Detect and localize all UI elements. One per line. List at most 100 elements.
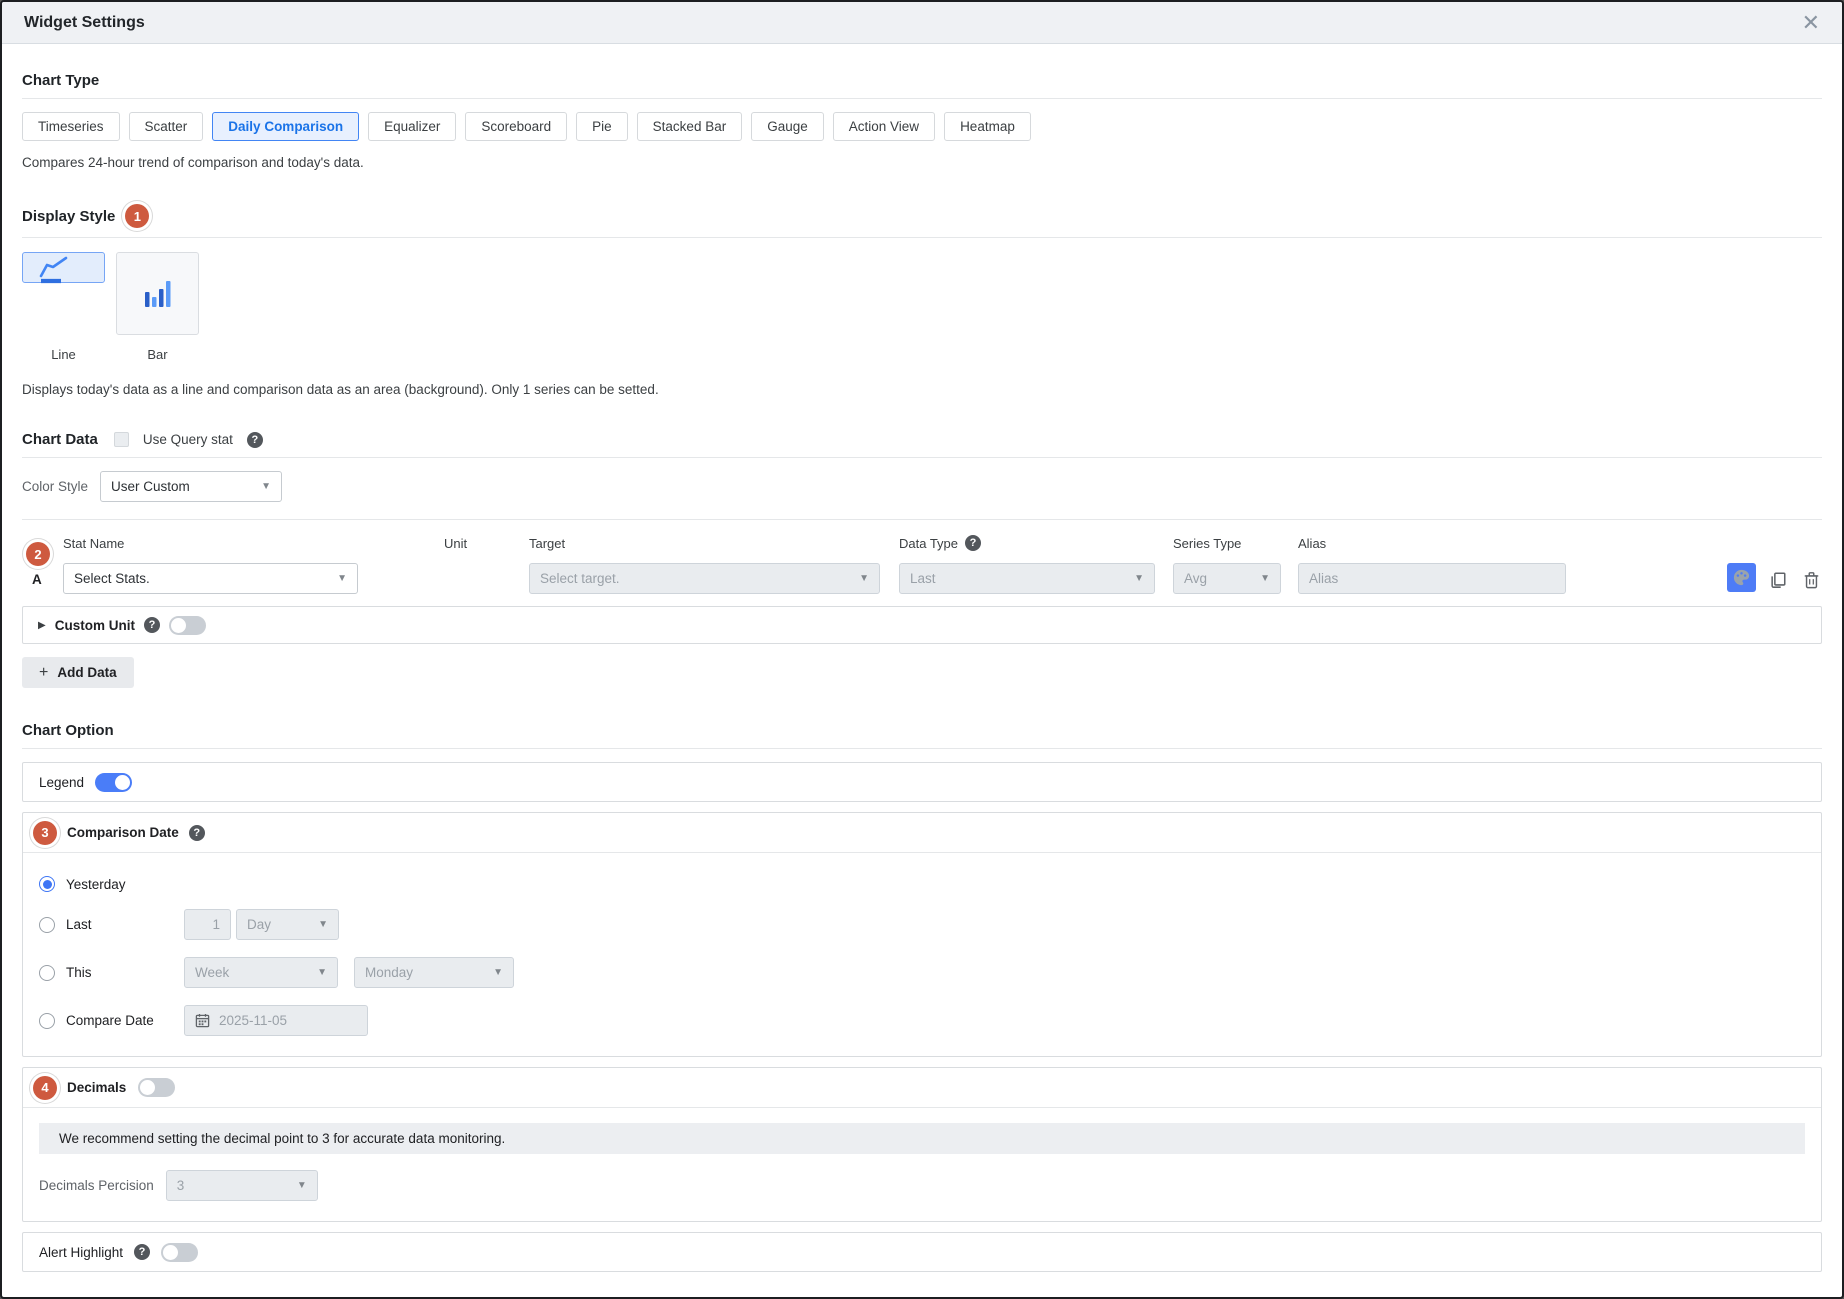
target-column-header: Target (529, 534, 880, 552)
step-badge-3: 3 (33, 821, 57, 845)
widget-settings-dialog: Widget Settings ✕ Chart Type Timeseries … (0, 0, 1844, 1299)
custom-unit-label: Custom Unit (55, 618, 135, 633)
bar-tile-label: Bar (116, 347, 199, 362)
chevron-down-icon: ▼ (337, 573, 347, 584)
step-badge-2: 2 (26, 542, 50, 566)
unit-column-header: Unit (444, 534, 529, 552)
comparison-date-box: 3 Comparison Date ? Yesterday Last Day (22, 812, 1822, 1057)
chart-type-stacked-bar[interactable]: Stacked Bar (637, 112, 743, 141)
data-type-value: Last (910, 571, 936, 586)
custom-unit-row: ▶ Custom Unit ? (22, 606, 1822, 644)
stat-name-placeholder: Select Stats. (74, 571, 150, 586)
chart-type-daily-comparison[interactable]: Daily Comparison (212, 112, 359, 141)
bar-chart-icon (137, 273, 179, 315)
chart-type-gauge[interactable]: Gauge (751, 112, 824, 141)
color-style-label: Color Style (22, 479, 88, 494)
this-start-select: Monday ▼ (354, 957, 514, 988)
last-unit-value: Day (247, 917, 271, 932)
chart-type-scoreboard[interactable]: Scoreboard (465, 112, 567, 141)
chart-type-action-view[interactable]: Action View (833, 112, 935, 141)
alias-column-header: Alias (1298, 534, 1566, 552)
chart-type-timeseries[interactable]: Timeseries (22, 112, 120, 141)
display-style-description: Displays today's data as a line and comp… (22, 382, 1822, 397)
series-key-label: A (32, 572, 42, 587)
alias-input[interactable] (1298, 563, 1566, 594)
chart-type-section: Chart Type Timeseries Scatter Daily Comp… (22, 72, 1822, 170)
add-data-button[interactable]: + Add Data (22, 657, 134, 688)
decimals-label: Decimals (67, 1080, 126, 1095)
radio-compare-date[interactable] (39, 1013, 55, 1029)
line-tile-label: Line (22, 347, 105, 362)
alert-highlight-toggle[interactable] (161, 1243, 198, 1262)
stat-table: 2 A Stat Name Select Stats. ▼ Unit Targe… (22, 534, 1822, 594)
chevron-down-icon: ▼ (297, 1180, 307, 1191)
decimals-precision-label: Decimals Percision (39, 1178, 154, 1193)
this-period-value: Week (195, 965, 229, 980)
palette-icon (1732, 568, 1751, 587)
decimals-precision-value: 3 (177, 1178, 185, 1193)
series-type-column-header: Series Type (1173, 534, 1281, 552)
series-color-button[interactable] (1727, 563, 1756, 592)
use-query-stat-label: Use Query stat (143, 432, 233, 447)
trash-icon (1803, 571, 1820, 589)
radio-last[interactable] (39, 917, 55, 933)
target-placeholder: Select target. (540, 571, 620, 586)
chevron-down-icon: ▼ (261, 481, 271, 492)
chart-type-scatter[interactable]: Scatter (129, 112, 204, 141)
radio-yesterday-label: Yesterday (66, 877, 184, 892)
custom-unit-help-icon[interactable]: ? (144, 617, 160, 633)
radio-yesterday[interactable] (39, 876, 55, 892)
alert-highlight-help-icon[interactable]: ? (134, 1244, 150, 1260)
chart-type-options: Timeseries Scatter Daily Comparison Equa… (22, 112, 1822, 141)
this-period-select: Week ▼ (184, 957, 338, 988)
color-style-value: User Custom (111, 479, 190, 494)
copy-icon (1769, 571, 1787, 589)
add-data-label: Add Data (57, 665, 116, 680)
duplicate-row-button[interactable] (1767, 568, 1789, 592)
data-type-help-icon[interactable]: ? (965, 535, 981, 551)
delete-row-button[interactable] (1800, 568, 1822, 592)
series-type-select: Avg ▼ (1173, 563, 1281, 594)
dialog-title: Widget Settings (24, 14, 145, 32)
display-style-heading: Display Style (22, 208, 115, 225)
radio-this-label: This (66, 965, 184, 980)
alert-highlight-label: Alert Highlight (39, 1245, 123, 1260)
chevron-down-icon: ▼ (1260, 573, 1270, 584)
display-style-line-tile[interactable] (22, 252, 105, 283)
chart-type-equalizer[interactable]: Equalizer (368, 112, 456, 141)
data-type-column-header: Data Type (899, 536, 958, 551)
chevron-down-icon: ▼ (493, 967, 503, 978)
legend-label: Legend (39, 775, 84, 790)
legend-toggle[interactable] (95, 773, 132, 792)
use-query-stat-help-icon[interactable]: ? (247, 432, 263, 448)
decimals-toggle[interactable] (138, 1078, 175, 1097)
color-style-select[interactable]: User Custom ▼ (100, 471, 282, 502)
last-count-input (184, 909, 231, 940)
dialog-header: Widget Settings ✕ (2, 2, 1842, 44)
close-icon[interactable]: ✕ (1802, 12, 1820, 34)
display-style-bar-tile[interactable] (116, 252, 199, 335)
calendar-icon (195, 1013, 210, 1028)
custom-unit-toggle[interactable] (169, 616, 206, 635)
line-chart-icon (33, 247, 75, 289)
chart-type-description: Compares 24-hour trend of comparison and… (22, 155, 1822, 170)
legend-box: Legend (22, 762, 1822, 802)
stat-row-gutter: 2 A (22, 534, 63, 594)
use-query-stat-checkbox[interactable] (114, 432, 129, 447)
plus-icon: + (39, 664, 48, 682)
stat-name-select[interactable]: Select Stats. ▼ (63, 563, 358, 594)
last-unit-select: Day ▼ (236, 909, 339, 940)
chart-type-heatmap[interactable]: Heatmap (944, 112, 1031, 141)
expand-arrow-icon[interactable]: ▶ (38, 620, 46, 631)
radio-this[interactable] (39, 965, 55, 981)
decimals-box: 4 Decimals We recommend setting the deci… (22, 1067, 1822, 1222)
chevron-down-icon: ▼ (318, 919, 328, 930)
dialog-content: Chart Type Timeseries Scatter Daily Comp… (2, 44, 1842, 1299)
chart-type-pie[interactable]: Pie (576, 112, 628, 141)
radio-compare-date-label: Compare Date (66, 1013, 184, 1028)
chart-type-heading: Chart Type (22, 72, 99, 89)
chart-data-section: Chart Data Use Query stat ? Color Style … (22, 431, 1822, 688)
chevron-down-icon: ▼ (317, 967, 327, 978)
chart-option-heading: Chart Option (22, 722, 114, 739)
comparison-date-help-icon[interactable]: ? (189, 825, 205, 841)
